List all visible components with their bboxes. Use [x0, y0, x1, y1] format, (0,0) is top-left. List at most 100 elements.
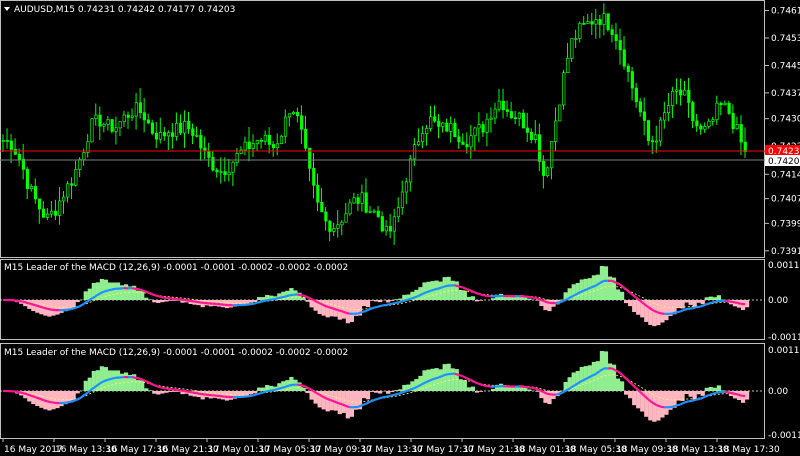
histogram-bar — [628, 300, 633, 307]
macd-line-segment — [373, 397, 379, 402]
histogram-bar — [394, 390, 399, 391]
macd-line-segment — [527, 386, 532, 389]
indicator-2-tick-zero: 0.00 — [768, 387, 788, 397]
histogram-bar — [454, 369, 459, 391]
histogram-bar — [261, 297, 266, 300]
histogram-bar — [369, 300, 375, 301]
candle — [219, 157, 223, 184]
candle — [412, 137, 417, 167]
macd-line-segment — [660, 312, 665, 315]
candle — [566, 42, 570, 74]
histogram-bar — [438, 281, 443, 300]
macd-line-segment — [18, 391, 24, 395]
histogram-bar — [341, 300, 346, 319]
candle — [417, 128, 421, 147]
candle — [356, 193, 360, 212]
histogram-bar — [152, 300, 157, 303]
macd-line-segment — [268, 389, 274, 392]
macd-line-segment — [393, 392, 399, 396]
macd-line-segment — [75, 305, 80, 309]
macd-line-segment — [188, 390, 193, 394]
price-panel-header: AUDUSD,M15 0.74231 0.74242 0.74177 0.742… — [14, 5, 235, 15]
candle — [227, 158, 231, 182]
chart-menu-arrow-icon[interactable] — [4, 7, 10, 11]
macd-line-segment — [103, 289, 109, 293]
price-panel[interactable]: AUDUSD,M15 0.74231 0.74242 0.74177 0.742… — [0, 3, 800, 257]
histogram-bar — [624, 391, 629, 395]
candle — [449, 116, 453, 143]
candle — [433, 105, 437, 123]
chart-window[interactable]: AUDUSD,M15 0.74231 0.74242 0.74177 0.742… — [0, 0, 800, 456]
histogram-bar — [745, 391, 750, 400]
macd-line-segment — [523, 385, 528, 389]
candle — [134, 93, 138, 130]
candle — [606, 13, 610, 32]
macd-line-segment — [51, 401, 56, 405]
histogram-bar — [676, 300, 681, 309]
candle — [279, 134, 284, 145]
candle — [582, 16, 586, 25]
candle — [259, 137, 263, 149]
candle — [586, 13, 590, 24]
macd-line-segment — [672, 404, 677, 408]
macd-line-segment — [438, 374, 443, 379]
macd-line-segment — [583, 287, 589, 292]
macd-line-segment — [631, 383, 637, 390]
candle — [239, 146, 243, 155]
candle — [537, 123, 542, 172]
macd-line-segment — [333, 400, 339, 404]
price-axis: 0.74618 0.74538 0.74458 0.74378 0.74303 0.742… — [765, 7, 800, 257]
candle — [707, 118, 711, 129]
candle — [425, 124, 429, 146]
indicator-panel-2[interactable]: M15 Leader of the MACD (12,26,9) -0.0001… — [0, 346, 800, 441]
macd-line-segment — [160, 386, 165, 390]
candle — [679, 78, 683, 106]
candle — [122, 110, 126, 128]
candle — [62, 190, 66, 214]
candle — [731, 104, 735, 134]
histogram-bar — [115, 282, 121, 300]
indicator-2-header: M15 Leader of the MACD (12,26,9) -0.0001… — [4, 348, 348, 358]
histogram-bar — [700, 391, 705, 396]
macd-line-segment — [401, 390, 407, 394]
macd-line-segment — [180, 389, 185, 393]
candle — [683, 80, 687, 96]
price-tick-label: 0.74458 — [771, 61, 800, 71]
macd-line-segment — [474, 381, 480, 385]
macd-line-segment — [272, 297, 278, 301]
candle — [642, 97, 647, 136]
candle — [13, 138, 17, 156]
macd-line-segment — [538, 298, 544, 302]
histogram-bar — [414, 379, 419, 391]
candle — [211, 151, 215, 172]
histogram-bar — [527, 298, 532, 300]
candle — [626, 63, 630, 82]
macd-line-segment — [631, 293, 637, 299]
candle — [1, 134, 5, 153]
candle — [574, 29, 578, 49]
macd-line-segment — [555, 301, 560, 305]
macd-line-segment — [708, 301, 714, 305]
histogram-bar — [257, 387, 262, 391]
candle — [255, 139, 259, 151]
candle — [267, 127, 272, 154]
macd-line-segment — [482, 384, 488, 388]
macd-line-segment — [405, 388, 411, 393]
macd-line-segment — [470, 378, 476, 384]
candle — [521, 109, 526, 129]
indicator-panel-1[interactable]: M15 Leader of the MACD (12,26,9) -0.0001… — [0, 261, 800, 343]
histogram-bar — [152, 391, 157, 394]
macd-line-segment — [78, 394, 85, 400]
histogram-bar — [309, 391, 314, 400]
macd-line-segment — [184, 389, 189, 393]
candle — [610, 24, 614, 43]
macd-line-segment — [728, 300, 734, 304]
candle — [158, 117, 163, 144]
macd-line-segment — [337, 309, 343, 313]
candle — [525, 112, 530, 142]
candle — [477, 112, 481, 143]
candle — [671, 86, 675, 119]
histogram-bar — [51, 391, 56, 410]
macd-line-segment — [256, 300, 262, 304]
macd-line-segment — [47, 400, 52, 404]
